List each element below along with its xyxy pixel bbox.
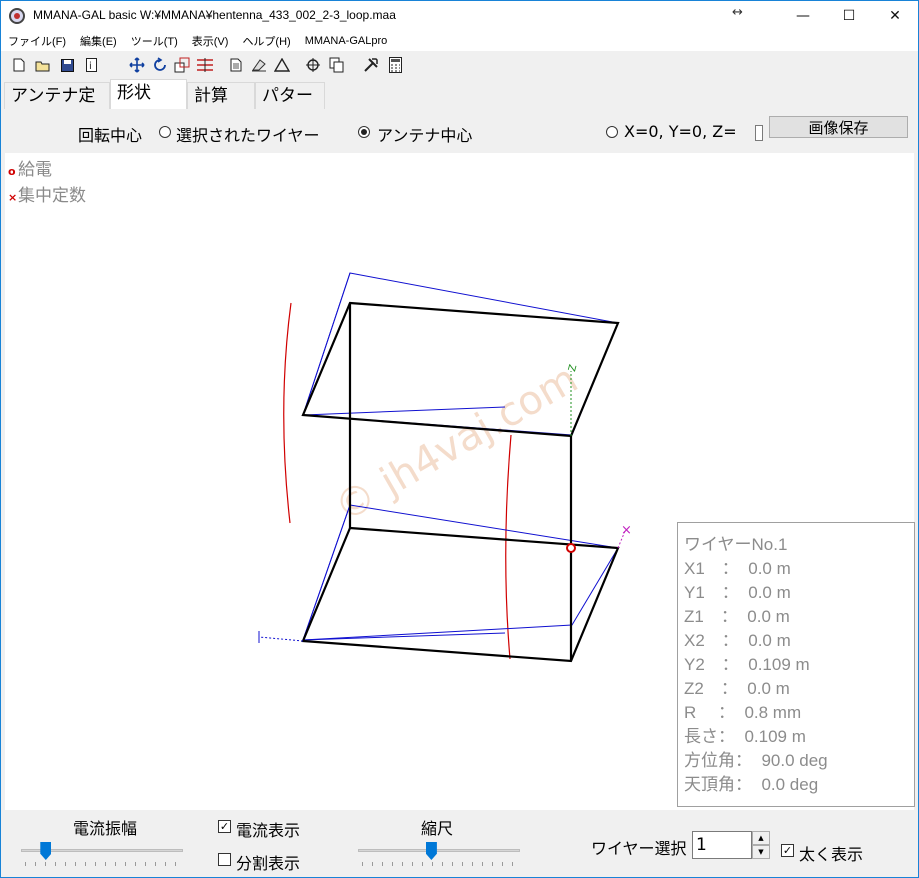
y-axis-label-icon: × (621, 523, 632, 538)
show-segments-checkbox[interactable] (218, 853, 231, 866)
wire-info-row: Y2 ： 0.109 m (684, 655, 810, 674)
tab-geometry[interactable]: 形状 (110, 79, 187, 109)
main-window: MMANA-GAL basic W:¥MMANA¥hentenna_433_00… (0, 0, 919, 878)
radio-antenna-center-label[interactable]: アンテナ中心 (377, 122, 472, 146)
triangle-icon[interactable] (273, 56, 291, 74)
show-current-label[interactable]: 電流表示 (236, 817, 300, 841)
current-amplitude-label: 電流振幅 (73, 819, 138, 838)
wire-info-row: 天頂角： 0.0 deg (684, 775, 819, 794)
wire-info-row: X2 ： 0.0 m (684, 631, 791, 650)
wire-select-label: ワイヤー選択 (591, 839, 687, 858)
ruler-icon[interactable] (196, 56, 214, 74)
wire-select-input[interactable]: 1 (692, 831, 752, 859)
eraser-icon[interactable] (250, 56, 268, 74)
resize-arrows-icon: ↔ (732, 5, 743, 20)
title-bar: MMANA-GAL basic W:¥MMANA¥hentenna_433_00… (1, 1, 918, 31)
page-icon[interactable] (227, 56, 245, 74)
radio-selected-wire[interactable] (159, 126, 171, 138)
save-disk-icon[interactable] (58, 56, 76, 74)
current-amplitude-ticks (25, 862, 185, 866)
zoom-icon[interactable] (173, 56, 191, 74)
x-axis-line (258, 636, 304, 642)
z-value-input[interactable] (755, 125, 763, 141)
tab-pattern[interactable]: パターン (255, 82, 325, 133)
move-icon[interactable] (128, 56, 146, 74)
menu-help[interactable]: ヘルプ(H) (235, 33, 297, 49)
antenna-wires (301, 301, 620, 663)
bold-display-label[interactable]: 太く表示 (799, 841, 863, 865)
geometry-view[interactable]: o 給電 ×集中定数 © jh4vaj.com Z × ワイヤーNo.1 X1 … (5, 153, 915, 810)
scale-track[interactable] (358, 849, 520, 852)
scale-ticks (362, 862, 522, 866)
copy-icon[interactable] (328, 56, 346, 74)
radio-origin[interactable] (606, 126, 618, 138)
menu-bar: ファイル(F) 編集(E) ツール(T) 表示(V) ヘルプ(H) MMANA-… (1, 31, 918, 51)
current-trace-left (283, 302, 292, 524)
wire-info-row: 方位角： 90.0 deg (684, 751, 828, 770)
bottom-controls: 電流振幅 ✓ 電流表示 分割表示 縮尺 ワイヤー選択 1 ▲ ▼ ✓ 太く表示 (5, 811, 914, 875)
wire-select-down-button[interactable]: ▼ (752, 845, 770, 859)
tab-calculation[interactable]: 計算 (187, 82, 255, 109)
wire-info-row: 長さ： 0.109 m (684, 727, 806, 746)
toolbar: i (1, 53, 918, 77)
wire-info-panel: ワイヤーNo.1 X1 ： 0.0 m Y1 ： 0.0 m Z1 ： 0.0 … (677, 522, 915, 807)
wire-info-row: Z1 ： 0.0 m (684, 607, 790, 626)
tab-antenna-definition[interactable]: アンテナ定義 (4, 82, 110, 133)
menu-view[interactable]: 表示(V) (185, 33, 236, 49)
svg-text:i: i (89, 61, 92, 72)
show-current-checkbox[interactable]: ✓ (218, 820, 231, 833)
open-folder-icon[interactable] (34, 56, 52, 74)
tools-icon[interactable] (362, 56, 380, 74)
feed-point-icon[interactable] (566, 543, 576, 553)
save-image-button[interactable]: 画像保存 (769, 116, 908, 138)
info-icon[interactable]: i (82, 56, 100, 74)
maximize-button[interactable]: ☐ (826, 1, 872, 31)
window-title: MMANA-GAL basic W:¥MMANA¥hentenna_433_00… (33, 8, 396, 22)
new-file-icon[interactable] (10, 56, 28, 74)
target-icon[interactable] (304, 56, 322, 74)
wire-info-row: Z2 ： 0.0 m (684, 679, 790, 698)
calculator-icon[interactable] (386, 56, 404, 74)
z-axis-label: Z (567, 363, 579, 373)
rotation-center-bar: 回転中心 選択されたワイヤー アンテナ中心 X=0, Y=0, Z= 画像保存 (5, 109, 914, 153)
radio-selected-wire-label[interactable]: 選択されたワイヤー (176, 122, 320, 146)
current-trace-right (505, 434, 512, 660)
menu-file[interactable]: ファイル(F) (1, 33, 73, 49)
menu-tools[interactable]: ツール(T) (124, 33, 185, 49)
tab-bar: アンテナ定義 形状 計算 パターン (1, 79, 918, 133)
scale-thumb[interactable] (425, 842, 437, 860)
scale-label: 縮尺 (421, 819, 454, 838)
app-icon[interactable] (9, 8, 25, 24)
menu-edit[interactable]: 編集(E) (73, 33, 124, 49)
close-button[interactable]: ✕ (872, 1, 918, 31)
wire-info-row: Y1 ： 0.0 m (684, 583, 791, 602)
minimize-button[interactable]: — (780, 1, 826, 31)
wire-info-row: X1 ： 0.0 m (684, 559, 791, 578)
wire-info-title: ワイヤーNo.1 (684, 535, 788, 554)
rotate-icon[interactable] (151, 56, 169, 74)
rotation-center-label: 回転中心 (78, 126, 143, 145)
wire-info-row: R ： 0.8 mm (684, 703, 802, 722)
watermark-text: © jh4vaj.com (327, 356, 586, 532)
show-segments-label[interactable]: 分割表示 (236, 850, 300, 874)
menu-pro[interactable]: MMANA-GALpro (298, 35, 395, 47)
wire-select-up-button[interactable]: ▲ (752, 831, 770, 845)
current-amplitude-thumb[interactable] (40, 842, 52, 860)
radio-origin-label[interactable]: X=0, Y=0, Z= (624, 122, 737, 141)
bold-display-checkbox[interactable]: ✓ (781, 844, 794, 857)
radio-antenna-center[interactable] (358, 126, 370, 138)
